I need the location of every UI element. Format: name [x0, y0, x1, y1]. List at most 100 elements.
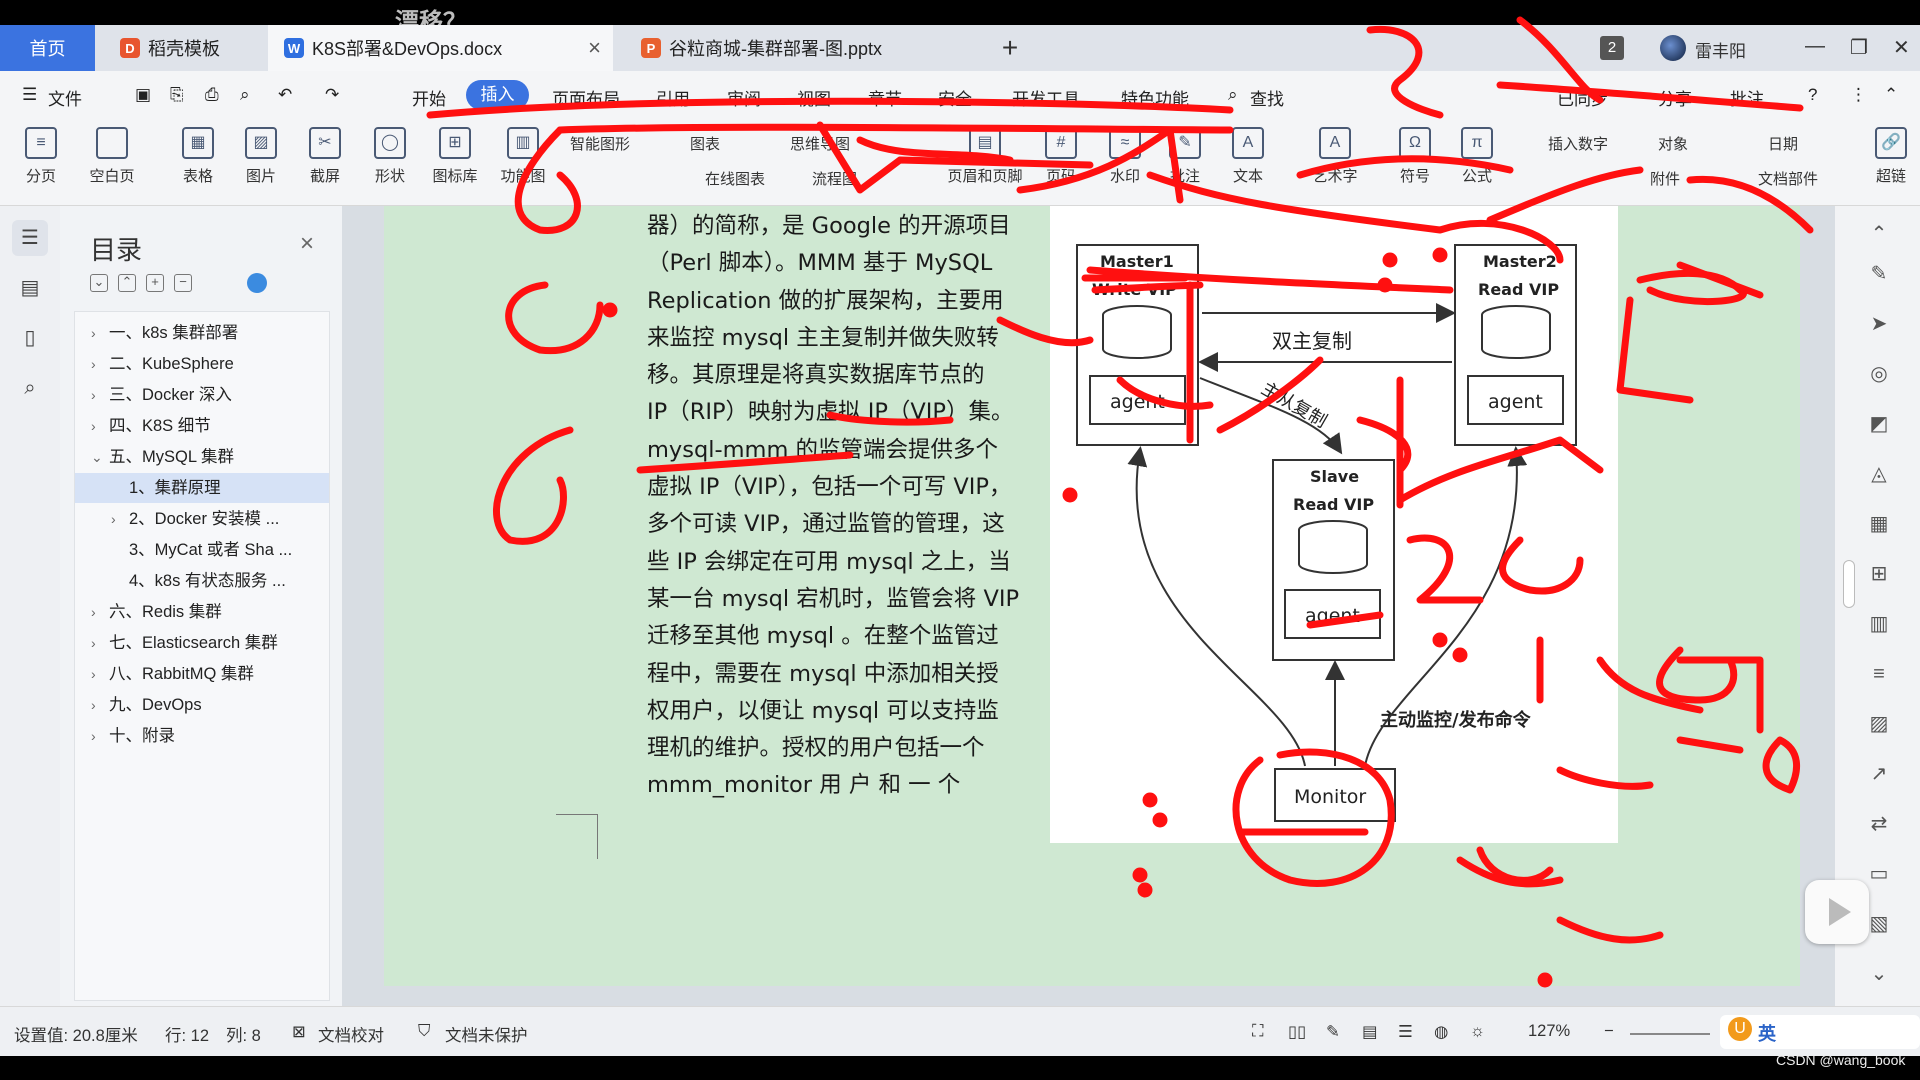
- toc-item[interactable]: › 四、K8S 细节: [75, 411, 329, 441]
- close-icon[interactable]: ×: [588, 35, 601, 61]
- zoom-slider[interactable]: [1630, 1033, 1710, 1035]
- status-protection[interactable]: 文档未保护: [445, 1022, 528, 1046]
- scrollbar-thumb[interactable]: [1843, 560, 1855, 608]
- menu-insert[interactable]: 插入: [466, 80, 529, 110]
- status-proofread[interactable]: 文档校对: [318, 1022, 384, 1046]
- ribbon-symbol[interactable]: Ω 符号: [1380, 127, 1450, 186]
- minimize-icon[interactable]: —: [1805, 35, 1825, 58]
- ribbon-page-break[interactable]: ≡ 分页: [6, 127, 76, 186]
- scroll-up-icon[interactable]: ⌃: [1865, 220, 1893, 248]
- remove-heading-icon[interactable]: −: [174, 274, 192, 292]
- expand-up-icon[interactable]: ⌃: [118, 274, 136, 292]
- tab-presentation[interactable]: P 谷粒商城-集群部署-图.pptx: [625, 25, 975, 71]
- restore-icon[interactable]: ❐: [1850, 35, 1868, 60]
- play-button[interactable]: [1805, 880, 1869, 944]
- toc-item[interactable]: ⌄ 五、MySQL 集群: [75, 442, 329, 472]
- menu-dev-tools[interactable]: 开发工具: [1012, 85, 1080, 110]
- ribbon-screenshot[interactable]: ✂ 截屏: [290, 127, 360, 186]
- toc-item[interactable]: › 九、DevOps: [75, 690, 329, 720]
- scroll-down-icon[interactable]: ⌄: [1865, 960, 1893, 988]
- ribbon-page-number[interactable]: # 页码: [1026, 127, 1096, 186]
- ribbon-table[interactable]: ▦ 表格: [163, 127, 233, 186]
- ribbon-comment[interactable]: ✎ 批注: [1150, 127, 1220, 186]
- fill-icon[interactable]: ◬: [1865, 460, 1893, 488]
- ribbon-chart[interactable]: 图表: [690, 133, 720, 154]
- ribbon-blank-page[interactable]: 空白页: [77, 127, 147, 186]
- body-text[interactable]: 器）的简称，是 Google 的开源项目 （Perl 脚本）。MMM 基于 My…: [647, 208, 1029, 805]
- ribbon-insert-number[interactable]: 插入数字: [1548, 133, 1608, 154]
- table-tool-icon[interactable]: ▦: [1865, 510, 1893, 538]
- ribbon-object[interactable]: 对象: [1658, 133, 1688, 154]
- toc-toggle-icon[interactable]: [247, 273, 267, 293]
- avatar[interactable]: [1660, 35, 1686, 61]
- page-view-icon[interactable]: ▤: [1362, 1022, 1378, 1042]
- menu-references[interactable]: 引用: [656, 85, 690, 110]
- toc-item[interactable]: › 一、k8s 集群部署: [75, 318, 329, 348]
- ribbon-function-chart[interactable]: ▥ 功能图: [488, 127, 558, 186]
- preview-icon[interactable]: ⌕: [240, 85, 250, 105]
- menu-security[interactable]: 安全: [938, 85, 972, 110]
- help-icon[interactable]: ?: [1808, 85, 1817, 105]
- toc-item[interactable]: 3、MyCat 或者 Sha ...: [75, 535, 329, 565]
- ribbon-hyperlink[interactable]: 🔗 超链: [1862, 127, 1920, 186]
- search-icon[interactable]: ⌕: [1228, 85, 1238, 105]
- more-icon[interactable]: ⋮: [1850, 85, 1867, 105]
- menu-features[interactable]: 特色功能: [1121, 85, 1189, 110]
- ribbon-icon-library[interactable]: ⊞ 图标库: [420, 127, 490, 186]
- ribbon-picture[interactable]: ▨ 图片: [226, 127, 296, 186]
- ribbon-date[interactable]: 日期: [1768, 133, 1798, 154]
- zoom-level[interactable]: 127%: [1528, 1022, 1570, 1041]
- menu-layout[interactable]: 页面布局: [552, 85, 620, 110]
- share-icon[interactable]: ↗: [1865, 760, 1893, 788]
- ribbon-formula[interactable]: π 公式: [1442, 127, 1512, 186]
- ribbon-textbox[interactable]: A 文本: [1213, 127, 1283, 186]
- window-count-badge[interactable]: 2: [1600, 36, 1624, 60]
- collapse-all-icon[interactable]: ⌄: [90, 274, 108, 292]
- ribbon-header-footer[interactable]: ▤ 页眉和页脚: [930, 127, 1040, 186]
- tab-templates[interactable]: D 稻壳模板: [110, 25, 265, 71]
- menu-share[interactable]: 分享: [1658, 85, 1692, 110]
- new-tab-button[interactable]: +: [990, 25, 1030, 71]
- eye-care-icon[interactable]: ☼: [1470, 1022, 1485, 1041]
- write-mode-icon[interactable]: ✎: [1326, 1022, 1340, 1042]
- translate-icon[interactable]: ⇄: [1865, 810, 1893, 838]
- collapse-ribbon-icon[interactable]: ⌃: [1884, 85, 1898, 105]
- save-icon[interactable]: ▣: [135, 85, 151, 105]
- ribbon-online-chart[interactable]: 在线图表: [705, 168, 765, 189]
- menu-chapter[interactable]: 章节: [868, 85, 902, 110]
- export-icon[interactable]: ⎘: [170, 85, 184, 105]
- edit-icon[interactable]: ✎: [1865, 260, 1893, 288]
- ribbon-mind-map[interactable]: 思维导图: [790, 133, 850, 154]
- toc-item[interactable]: › 八、RabbitMQ 集群: [75, 659, 329, 689]
- grid-icon[interactable]: ⊞: [1865, 560, 1893, 588]
- menu-view[interactable]: 视图: [797, 85, 831, 110]
- redo-icon[interactable]: ↷: [325, 85, 339, 105]
- backup-icon[interactable]: ▭: [1865, 860, 1893, 888]
- ribbon-wordart[interactable]: A 艺术字: [1300, 127, 1370, 186]
- toc-item[interactable]: › 二、KubeSphere: [75, 349, 329, 379]
- ribbon-flowchart[interactable]: 流程图: [812, 168, 857, 189]
- print-icon[interactable]: ⎙: [205, 85, 219, 105]
- undo-icon[interactable]: ↶: [278, 85, 292, 105]
- menu-search[interactable]: 查找: [1250, 85, 1284, 110]
- menu-review[interactable]: 审阅: [727, 85, 761, 110]
- image-tool-icon[interactable]: ▨: [1865, 710, 1893, 738]
- close-window-icon[interactable]: ✕: [1893, 35, 1910, 60]
- gallery-icon[interactable]: ▧: [1865, 910, 1893, 938]
- toc-item[interactable]: › 2、Docker 安装模 ...: [75, 504, 329, 534]
- ime-toolbar[interactable]: U 英: [1720, 1015, 1920, 1049]
- menu-synced[interactable]: 已同步: [1557, 85, 1608, 110]
- toc-item[interactable]: › 七、Elasticsearch 集群: [75, 628, 329, 658]
- chart-icon[interactable]: ▥: [1865, 610, 1893, 638]
- menu-icon[interactable]: ☰: [22, 85, 37, 105]
- bookmark-icon[interactable]: ▯: [12, 320, 48, 356]
- ime-lang[interactable]: 英: [1758, 1020, 1776, 1046]
- outline-view-icon[interactable]: ☰: [1398, 1022, 1413, 1042]
- find-icon[interactable]: ⌕: [12, 370, 48, 406]
- close-icon[interactable]: ×: [300, 230, 314, 258]
- settings-icon[interactable]: ≡: [1865, 660, 1893, 688]
- toc-icon[interactable]: ☰: [12, 220, 48, 256]
- tab-home[interactable]: 首页: [0, 25, 95, 71]
- toc-item[interactable]: 4、k8s 有状态服务 ...: [75, 566, 329, 596]
- fullscreen-icon[interactable]: ⛶: [1252, 1022, 1264, 1041]
